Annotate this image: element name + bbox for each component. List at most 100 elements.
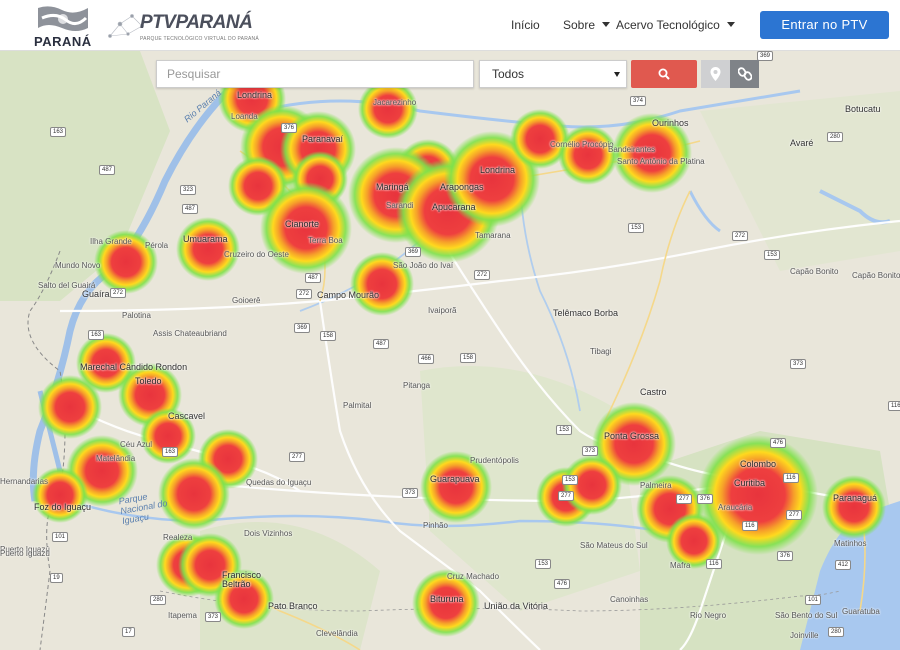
chevron-down-icon xyxy=(602,22,611,27)
map-label: Palmeira xyxy=(640,481,672,490)
location-filter-button[interactable] xyxy=(701,60,730,88)
map-label: Ourinhos xyxy=(652,118,689,128)
map-label: Rio Negro xyxy=(690,611,727,620)
map-label: Sarandi xyxy=(386,201,414,210)
nav-acervo-tecnologico[interactable]: Acervo Tecnológico xyxy=(616,18,735,32)
map-label: Loanda xyxy=(231,112,258,121)
map-label: Paranavaí xyxy=(302,134,344,144)
map-label: Curitiba xyxy=(734,478,766,488)
map-label: Mafra xyxy=(670,561,691,570)
map-label: Pitanga xyxy=(403,381,431,390)
map-label: Assis Chateaubriand xyxy=(153,329,227,338)
enter-ptv-button[interactable]: Entrar no PTV xyxy=(760,11,889,39)
map-label: Ilha Grande xyxy=(90,237,132,246)
map-label: Toledo xyxy=(135,376,162,386)
map-label: Campo Mourão xyxy=(317,290,380,300)
map-label: São Mateus do Sul xyxy=(580,541,648,550)
map-label: Prudentópolis xyxy=(470,456,519,465)
map-pin-icon xyxy=(710,67,721,81)
map-label: Tibagi xyxy=(590,347,612,356)
map-label: Umuarama xyxy=(183,234,228,244)
nav-acervo-label: Acervo Tecnológico xyxy=(616,18,720,32)
map-label: Bandeirantes xyxy=(608,145,656,154)
map-label: Terra Boa xyxy=(308,236,343,245)
map-label: Botucatu xyxy=(845,104,881,114)
heatmap-map[interactable]: Rio Paraná Parque Nacional do Iguaçu Lon… xyxy=(0,51,900,650)
ptv-logo-title: PTVPARANÁ xyxy=(140,12,253,33)
map-label: Tamarana xyxy=(475,231,511,240)
map-label: Palmital xyxy=(343,401,372,410)
map-label: Cianorte xyxy=(285,219,320,229)
map-label: Guarapuava xyxy=(430,474,480,484)
map-label: Ponta Grossa xyxy=(604,431,660,441)
map-label: Céu Azul xyxy=(120,440,153,449)
map-label: Guaratuba xyxy=(842,607,880,616)
category-select-value: Todos xyxy=(492,67,525,81)
map-label: Arapongas xyxy=(440,182,484,192)
map-label: Canoinhas xyxy=(610,595,649,604)
map-label: Capão Bonito xyxy=(852,271,900,280)
map-label: Joinville xyxy=(790,631,819,640)
link-icon xyxy=(738,67,752,81)
map-label: Bituruna xyxy=(430,594,464,604)
map-label: Jacarezinho xyxy=(373,98,417,107)
map-label: Realeza xyxy=(163,533,193,542)
map-label: Avaré xyxy=(790,138,814,148)
search-input[interactable]: Pesquisar xyxy=(156,60,474,88)
map-base xyxy=(0,51,900,650)
map-label: Londrina xyxy=(480,165,516,175)
map-label: Matelândia xyxy=(96,454,136,463)
map-label: São Bento do Sul xyxy=(775,611,838,620)
nav-sobre-label: Sobre xyxy=(563,18,596,32)
map-label: São João do Ivaí xyxy=(393,261,454,270)
map-label: Londrina xyxy=(237,90,273,100)
map-label: Apucarana xyxy=(432,202,476,212)
map-label: Salto del Guairá xyxy=(38,281,96,290)
map-label: Paranaguá xyxy=(833,493,878,503)
map-label: Santo Antônio da Platina xyxy=(617,157,705,166)
nav-sobre[interactable]: Sobre xyxy=(563,18,611,32)
dropdown-arrow-icon xyxy=(614,72,620,77)
map-label: Castro xyxy=(640,387,667,397)
map-label: Cruz Machado xyxy=(447,572,500,581)
map-label: Mundo Novo xyxy=(55,261,101,270)
map-label: Matinhos xyxy=(834,539,867,548)
map-label: Hernandarias xyxy=(0,477,49,486)
ptv-logo[interactable]: PTVPARANÁ PARQUE TECNOLÓGICO VIRTUAL DO … xyxy=(106,6,259,46)
category-select[interactable]: Todos xyxy=(479,60,627,88)
ptv-logo-subtitle: PARQUE TECNOLÓGICO VIRTUAL DO PARANÁ xyxy=(140,36,259,42)
map-label: Quedas do Iguaçu xyxy=(246,478,312,487)
map-label: Colombo xyxy=(740,459,777,469)
map-label: União da Vitória xyxy=(484,601,548,611)
map-label: Cornélio Procópio xyxy=(550,140,614,149)
top-navbar: PARANÁ PTVPARANÁ PARQUE TECNOLÓGICO VIRT… xyxy=(0,0,900,51)
map-label: Ivaiporã xyxy=(428,306,457,315)
map-label: Pato Branco xyxy=(268,601,318,611)
map-label: Pérola xyxy=(145,241,169,250)
map-label: Cascavel xyxy=(168,411,206,421)
parana-logo-text: PARANÁ xyxy=(34,34,92,49)
nav-inicio[interactable]: Início xyxy=(511,18,540,32)
search-button[interactable] xyxy=(631,60,697,88)
parana-logo[interactable]: PARANÁ xyxy=(34,4,92,49)
map-label: Dois Vizinhos xyxy=(244,529,293,538)
map-label: Palotina xyxy=(122,311,151,320)
search-icon xyxy=(658,68,670,80)
map-label: Maringá xyxy=(376,182,409,192)
parana-flag-icon xyxy=(38,6,88,32)
chevron-down-icon xyxy=(726,22,735,27)
map-label: Telêmaco Borba xyxy=(553,308,619,318)
map-label: Foz do Iguaçu xyxy=(34,502,92,512)
map-label: Goioerê xyxy=(232,296,261,305)
map-label: Araucária xyxy=(718,503,753,512)
map-label: Itapema xyxy=(168,611,197,620)
map-label: Francisco Beltrão xyxy=(222,570,262,589)
map-label: Capão Bonito xyxy=(790,267,839,276)
map-label: Puerto Iguazú xyxy=(0,549,50,558)
map-label: Marechal Cândido Rondon xyxy=(80,362,188,372)
map-label: Cruzeiro do Oeste xyxy=(224,250,289,259)
map-label: Clevelândia xyxy=(316,629,358,638)
map-label: Pinhão xyxy=(423,521,448,530)
map-label: Guaíra xyxy=(82,289,110,299)
link-filter-button[interactable] xyxy=(730,60,759,88)
